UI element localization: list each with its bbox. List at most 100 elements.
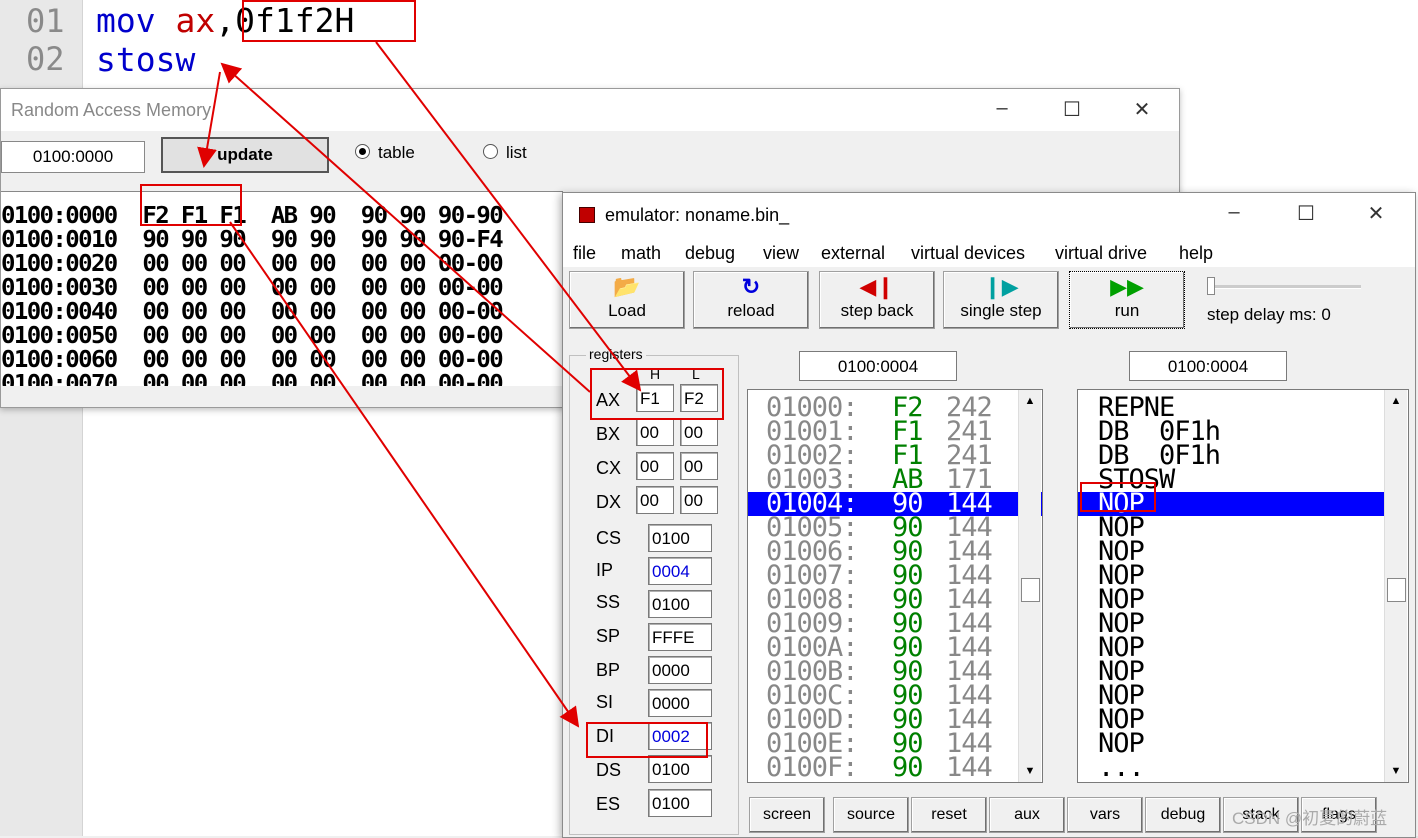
disassembly-row[interactable]: ... [1078, 754, 1384, 781]
menu-debug[interactable]: debug [685, 243, 735, 264]
scroll-up-icon[interactable]: ▲ [1385, 390, 1407, 412]
ip-field[interactable]: 0004 [648, 557, 712, 585]
ram-titlebar[interactable]: Random Access Memory – ☐ ✕ [1, 89, 1179, 131]
low-byte-label: L [692, 366, 700, 382]
reload-button[interactable]: ↻ reload [693, 271, 809, 329]
code-line-1[interactable]: mov ax,0f1f2H [96, 1, 354, 40]
dx-low-field[interactable]: 00 [680, 486, 718, 514]
disassembly-scrollbar[interactable]: ▲ ▼ [1384, 390, 1407, 782]
radio-list[interactable]: list [483, 143, 527, 163]
registers-legend: registers [586, 346, 646, 362]
minimize-icon[interactable]: – [1219, 201, 1249, 224]
scroll-down-icon[interactable]: ▼ [1385, 760, 1407, 782]
radio-table[interactable]: table [355, 143, 415, 163]
emulator-titlebar[interactable]: emulator: noname.bin_ – ☐ ✕ [563, 193, 1415, 237]
code-token-comma: , [215, 1, 236, 40]
cx-high-field[interactable]: 00 [636, 452, 674, 480]
ax-high-field[interactable]: F1 [636, 384, 674, 412]
single-step-button[interactable]: ❙▶ single step [943, 271, 1059, 329]
disassembly-address-field[interactable]: 0100:0004 [1129, 351, 1287, 381]
debug-button[interactable]: debug [1145, 797, 1221, 833]
ss-field[interactable]: 0100 [648, 590, 712, 618]
scroll-thumb[interactable] [1387, 578, 1406, 602]
register-name: DI [596, 726, 614, 746]
cx-low-field[interactable]: 00 [680, 452, 718, 480]
bx-high-field[interactable]: 00 [636, 418, 674, 446]
si-field[interactable]: 0000 [648, 689, 712, 717]
ram-row: 0100:0000 F2 F1 F1 AB 90 90 90 90-90 [1, 202, 504, 229]
line-number: 02 [26, 40, 65, 78]
register-name: SS [596, 592, 621, 612]
menu-virtual-devices[interactable]: virtual devices [911, 243, 1025, 264]
step-delay-label: step delay ms: 0 [1207, 305, 1331, 324]
code-line-2[interactable]: stosw [96, 40, 195, 79]
ram-window-title: Random Access Memory [11, 100, 212, 120]
ram-row: 0100:0020 00 00 00 00 00 00 00 00-00 [1, 250, 504, 277]
vars-button[interactable]: vars [1067, 797, 1143, 833]
ax-low-field[interactable]: F2 [680, 384, 718, 412]
scroll-down-icon[interactable]: ▼ [1019, 760, 1041, 782]
minimize-icon[interactable]: – [987, 97, 1017, 120]
memory-address: 0100F: [766, 752, 859, 783]
memory-list[interactable]: 01000:F2242?01001:F1241?01002:F1241?0100… [747, 389, 1043, 783]
reset-button[interactable]: reset [911, 797, 987, 833]
maximize-icon[interactable]: ☐ [1057, 97, 1087, 122]
run-button[interactable]: ▶▶ run [1069, 271, 1185, 329]
menu-view[interactable]: view [763, 243, 799, 264]
bx-low-field[interactable]: 00 [680, 418, 718, 446]
ds-field[interactable]: 0100 [648, 755, 712, 783]
menu-math[interactable]: math [621, 243, 661, 264]
code-token-instruction: mov [96, 1, 156, 40]
menu-help[interactable]: help [1179, 243, 1213, 264]
emulator-window: emulator: noname.bin_ – ☐ ✕ file math de… [562, 192, 1416, 838]
register-name: IP [596, 560, 614, 580]
step-back-button[interactable]: ◀❙ step back [819, 271, 935, 329]
register-name: CS [596, 528, 622, 548]
memory-address-field[interactable]: 0100:0004 [799, 351, 957, 381]
step-delay-slider[interactable] [1207, 277, 1361, 295]
bp-field[interactable]: 0000 [648, 656, 712, 684]
ram-dump-table[interactable]: 0100:0000 F2 F1 F1 AB 90 90 90 90-90 010… [1, 191, 563, 386]
step-back-icon: ◀❙ [859, 274, 895, 299]
update-button[interactable]: update [161, 137, 329, 173]
load-button[interactable]: 📂 Load [569, 271, 685, 329]
sp-field[interactable]: FFFE [648, 623, 712, 651]
single-step-icon: ❙▶ [983, 274, 1019, 299]
cs-field[interactable]: 0100 [648, 524, 712, 552]
ram-row: 0100:0050 00 00 00 00 00 00 00 00-00 [1, 322, 504, 349]
register-name: DS [596, 760, 622, 780]
register-name: SI [596, 692, 614, 712]
scroll-up-icon[interactable]: ▲ [1019, 390, 1041, 412]
disassembly-list[interactable]: REPNE DB 0F1h DB 0F1h STOSW NOP NOP NOP NOP NOP N… [1077, 389, 1409, 783]
memory-row[interactable]: 0100F:90144? [748, 752, 1042, 783]
memory-scrollbar[interactable]: ▲ ▼ [1018, 390, 1041, 782]
menu-external[interactable]: external [821, 243, 885, 264]
close-icon[interactable]: ✕ [1127, 97, 1157, 122]
toolbar: 📂 Load ↻ reload ◀❙ step back ❙▶ single s… [567, 271, 1407, 331]
reload-icon: ↻ [741, 274, 761, 299]
register-name: SP [596, 626, 621, 646]
memory-decimal: 144 [946, 752, 993, 783]
radio-unselected-icon [483, 144, 498, 159]
emulator-window-title: emulator: noname.bin_ [605, 205, 790, 225]
code-token-instruction: stosw [96, 40, 196, 79]
scroll-thumb[interactable] [1021, 578, 1040, 602]
slider-thumb[interactable] [1207, 277, 1215, 295]
ram-row: 0100:0070 00 00 00 00 00 00 00 00-00 [1, 370, 504, 386]
menu-virtual-drive[interactable]: virtual drive [1055, 243, 1147, 264]
open-folder-icon: 📂 [613, 274, 641, 299]
slider-track [1207, 285, 1361, 289]
ram-address-field[interactable]: 0100:0000 [1, 141, 145, 173]
watermark: CSDN @初夏的蔚蓝 [1232, 809, 1388, 828]
menu-file[interactable]: file [573, 243, 596, 264]
register-name: BP [596, 660, 621, 680]
es-field[interactable]: 0100 [648, 789, 712, 817]
aux-button[interactable]: aux [989, 797, 1065, 833]
high-byte-label: H [650, 366, 661, 382]
source-button[interactable]: source [833, 797, 909, 833]
di-field[interactable]: 0002 [648, 722, 712, 750]
close-icon[interactable]: ✕ [1361, 201, 1391, 226]
screen-button[interactable]: screen [749, 797, 825, 833]
dx-high-field[interactable]: 00 [636, 486, 674, 514]
maximize-icon[interactable]: ☐ [1291, 201, 1321, 226]
